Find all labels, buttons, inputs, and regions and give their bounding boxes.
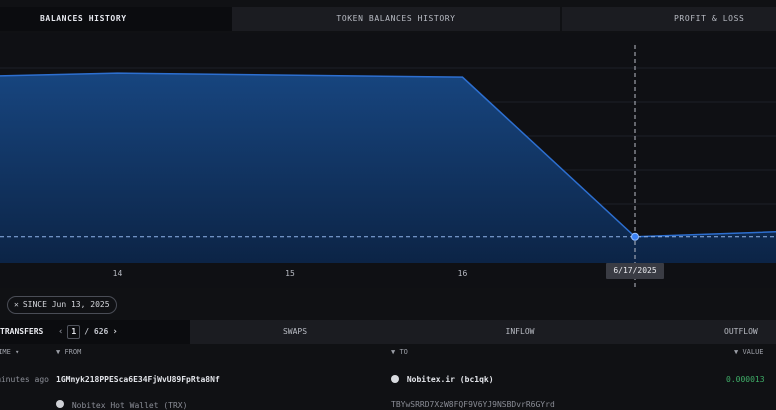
tab-token-balances-history-label: TOKEN BALANCES HISTORY	[336, 14, 456, 23]
row-time: minutes ago	[0, 375, 49, 384]
row-to-label: Nobitex.ir (bc1qk)	[406, 375, 494, 384]
tab-inflow-label: INFLOW	[505, 327, 535, 336]
tab-profit-and-loss-label: PROFIT & LOSS	[674, 14, 745, 23]
hover-date-label: 6/17/2025	[606, 263, 664, 279]
to-column-label: TO	[399, 348, 408, 356]
sort-down-icon[interactable]: ▾	[15, 348, 19, 356]
table-row[interactable]: minutes ago 1GMnyk218PPESca6E34FjWvU89Fp…	[0, 372, 776, 388]
table-header: TIME ▾ ▼ FROM ▼ TO ▼ VALUE	[0, 348, 776, 360]
tab-outflow[interactable]: OUTFLOW	[640, 320, 776, 344]
tab-outflow-label: OUTFLOW	[724, 327, 758, 336]
since-filter-chip[interactable]: ✕ SINCE Jun 13, 2025	[7, 296, 117, 314]
filter-icon[interactable]: ▼	[56, 348, 60, 356]
time-column-label: TIME	[0, 348, 11, 356]
x-tick-label: 14	[113, 269, 123, 278]
tab-balances-history-label: BALANCES HISTORY	[40, 14, 127, 23]
transfers-title: TRANSFERS	[0, 327, 44, 336]
row-from-address[interactable]: 1GMnyk218PPESca6E34FjWvU89FpRta8Nf	[56, 372, 220, 388]
tab-inflow[interactable]: INFLOW	[400, 320, 640, 344]
pagination: ‹ 1 / 626 ›	[58, 320, 118, 344]
close-icon[interactable]: ✕	[14, 297, 19, 313]
tab-swaps[interactable]: SWAPS	[190, 320, 400, 344]
chevron-right-icon[interactable]: ›	[112, 320, 117, 344]
transfers-bar: TRANSFERS ‹ 1 / 626 › SWAPS INFLOW OUTFL…	[0, 320, 776, 344]
time-column-header[interactable]: TIME ▾	[0, 348, 19, 356]
entity-logo-icon	[56, 400, 64, 408]
transfers-tab[interactable]: TRANSFERS ‹ 1 / 626 ›	[0, 320, 190, 344]
filter-icon[interactable]: ▼	[391, 348, 395, 356]
x-tick-label: 16	[458, 269, 468, 278]
row-value: 0.000013	[726, 375, 765, 384]
page-number-input[interactable]: 1	[67, 325, 81, 339]
tab-token-balances-history[interactable]: TOKEN BALANCES HISTORY	[232, 7, 560, 31]
hover-point[interactable]	[631, 232, 639, 241]
row-from-label: Nobitex Hot Wallet (TRX)	[71, 401, 188, 410]
balances-chart-svg[interactable]: 14 15 16	[0, 33, 776, 288]
row-to-entity[interactable]: Nobitex.ir (bc1qk)	[391, 372, 494, 388]
page-total: / 626	[84, 327, 109, 336]
row-from-entity[interactable]: Nobitex Hot Wallet (TRX)	[56, 400, 187, 410]
chevron-left-icon[interactable]: ‹	[58, 320, 63, 344]
filter-icon[interactable]: ▼	[734, 348, 738, 356]
from-column-label: FROM	[64, 348, 82, 356]
tab-bar: BALANCES HISTORY TOKEN BALANCES HISTORY …	[0, 7, 776, 31]
x-tick-label: 15	[285, 269, 295, 278]
since-filter-label: SINCE Jun 13, 2025	[22, 300, 110, 309]
tab-swaps-label: SWAPS	[282, 327, 308, 336]
value-column-header[interactable]: ▼ VALUE	[734, 348, 764, 356]
to-column-header[interactable]: ▼ TO	[391, 348, 408, 356]
balances-chart[interactable]: 14 15 16	[0, 33, 776, 288]
tab-balances-history[interactable]: BALANCES HISTORY	[0, 7, 232, 31]
from-column-header[interactable]: ▼ FROM	[56, 348, 81, 356]
table-row[interactable]: Nobitex Hot Wallet (TRX) TBYwSRRD7XzW8FQ…	[0, 400, 776, 410]
entity-logo-icon	[391, 375, 399, 383]
tab-profit-and-loss[interactable]: PROFIT & LOSS	[562, 7, 776, 31]
value-column-label: VALUE	[742, 348, 764, 356]
